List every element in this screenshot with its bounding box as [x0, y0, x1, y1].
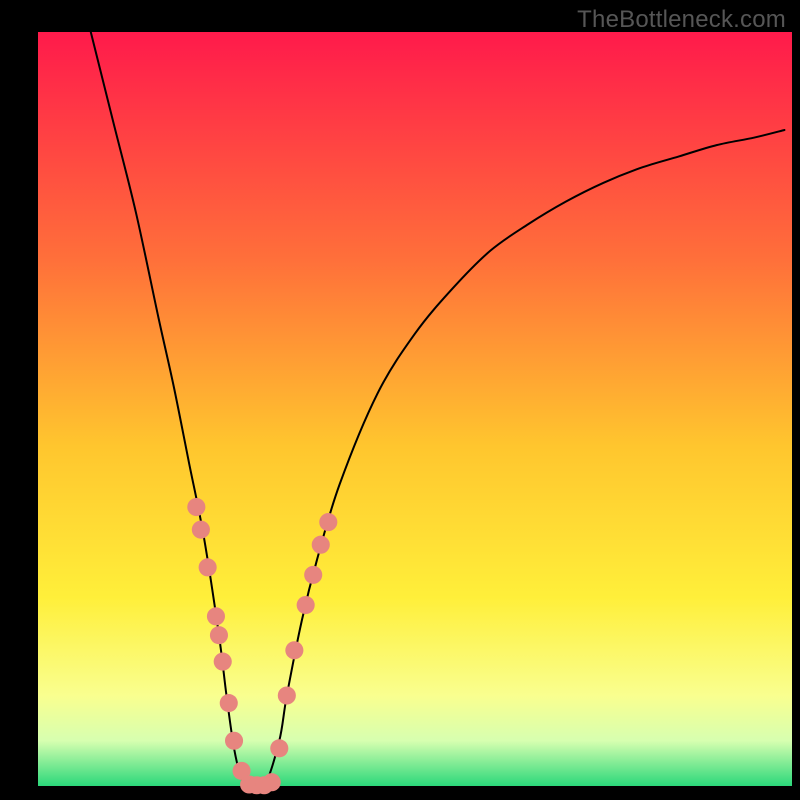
plot-background	[38, 32, 792, 786]
data-marker	[220, 694, 238, 712]
data-marker	[278, 686, 296, 704]
data-marker	[187, 498, 205, 516]
data-marker	[297, 596, 315, 614]
data-marker	[210, 626, 228, 644]
data-marker	[312, 536, 330, 554]
data-marker	[192, 521, 210, 539]
bottleneck-chart	[0, 0, 800, 800]
data-marker	[199, 558, 217, 576]
watermark-label: TheBottleneck.com	[577, 6, 786, 34]
chart-frame: { "watermark": "TheBottleneck.com", "col…	[0, 0, 800, 800]
data-marker	[270, 739, 288, 757]
data-marker	[225, 732, 243, 750]
data-marker	[285, 641, 303, 659]
data-marker	[319, 513, 337, 531]
data-marker	[263, 773, 281, 791]
data-marker	[207, 607, 225, 625]
data-marker	[214, 653, 232, 671]
data-marker	[304, 566, 322, 584]
